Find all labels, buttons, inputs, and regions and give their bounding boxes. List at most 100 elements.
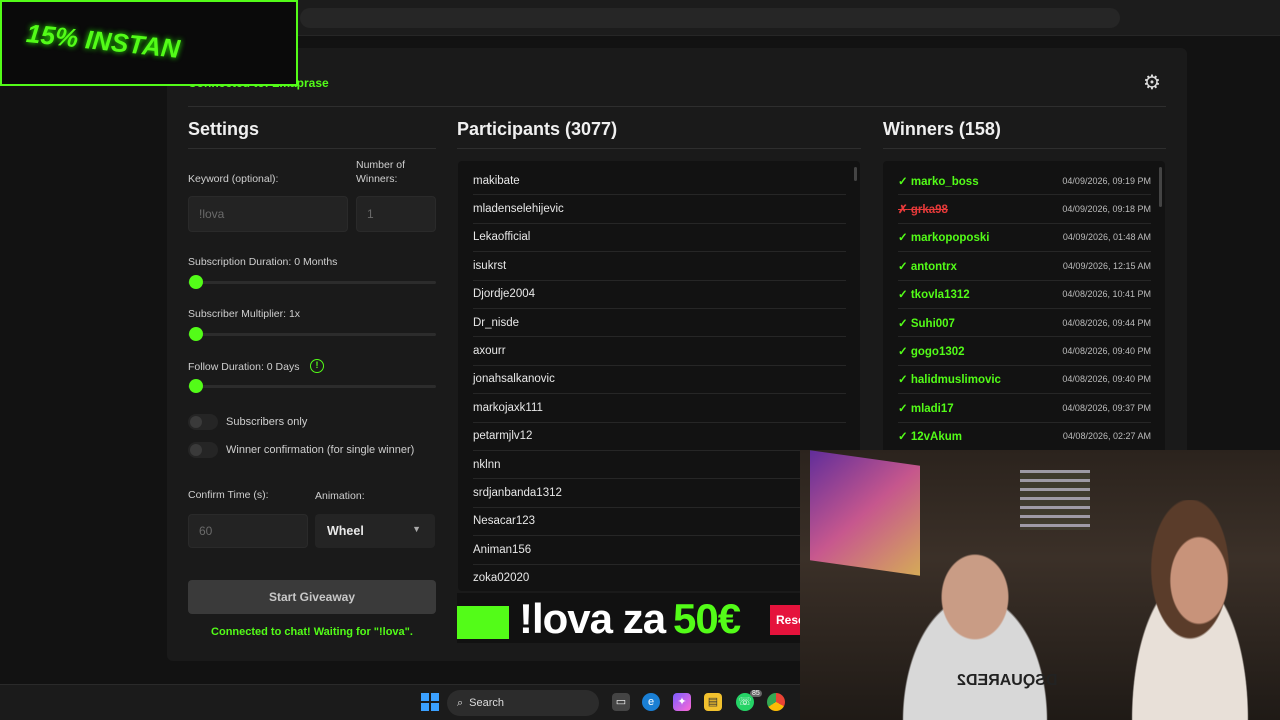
win-timestamp: 04/08/2026, 09:40 PM bbox=[1062, 346, 1151, 357]
copilot-icon[interactable]: ✦ bbox=[673, 693, 691, 711]
scrollbar[interactable] bbox=[854, 167, 857, 181]
participant-name: mladenselehijevic bbox=[473, 203, 564, 216]
list-item[interactable]: Dr_nisde bbox=[473, 309, 846, 338]
info-icon[interactable]: ! bbox=[310, 359, 324, 373]
winner-username: 12vAkum bbox=[910, 431, 962, 444]
follow-duration-slider[interactable] bbox=[188, 379, 436, 393]
check-icon: ✓ bbox=[898, 431, 908, 444]
slider-handle[interactable] bbox=[189, 275, 203, 289]
check-icon: ✓ bbox=[898, 317, 908, 330]
winner-name: ✓ halidmuslimovic bbox=[898, 372, 1062, 386]
guest-person bbox=[1100, 500, 1280, 720]
gear-icon[interactable]: ⚙ bbox=[1140, 71, 1164, 95]
start-giveaway-button[interactable]: Start Giveaway bbox=[188, 580, 436, 614]
winners-count-input[interactable]: 1 bbox=[356, 196, 436, 232]
toggle-knob bbox=[190, 416, 202, 428]
task-view-icon[interactable]: ▭ bbox=[612, 693, 630, 711]
winner-confirmation-label: Winner confirmation (for single winner) bbox=[226, 444, 415, 456]
taskbar: ⌕ Search ▭ e ✦ ▤ ☏ 85 bbox=[0, 684, 800, 720]
win-timestamp: 04/08/2026, 09:40 PM bbox=[1062, 374, 1151, 385]
winner-username: Suhi007 bbox=[910, 317, 955, 330]
scrollbar[interactable] bbox=[1159, 167, 1162, 207]
edge-icon[interactable]: e bbox=[642, 693, 660, 711]
list-item[interactable]: nklnn bbox=[473, 451, 846, 480]
divider bbox=[883, 148, 1166, 149]
windows-start-icon[interactable] bbox=[421, 693, 439, 711]
list-item[interactable]: zoka02020 bbox=[473, 565, 846, 591]
win-timestamp: 04/09/2026, 09:18 PM bbox=[1062, 204, 1151, 215]
check-icon: ✓ bbox=[898, 175, 908, 188]
winner-name: ✓ marko_boss bbox=[898, 174, 1062, 188]
check-icon: ✓ bbox=[898, 260, 908, 273]
participant-name: markojaxk111 bbox=[473, 401, 543, 414]
list-item[interactable]: markojaxk111 bbox=[473, 394, 846, 423]
table-row[interactable]: ✓ marko_boss 04/09/2026, 09:19 PM bbox=[898, 167, 1151, 196]
participant-name: zoka02020 bbox=[473, 572, 530, 585]
window-blinds bbox=[1020, 470, 1090, 530]
taskbar-search[interactable]: ⌕ Search bbox=[447, 690, 599, 716]
address-bar[interactable] bbox=[300, 8, 1120, 28]
reset-button[interactable]: Rese bbox=[770, 605, 800, 635]
winner-username: mladi17 bbox=[910, 402, 954, 415]
check-icon: ✓ bbox=[898, 346, 908, 359]
subscriber-multiplier-slider[interactable] bbox=[188, 327, 436, 341]
participant-name: Dr_nisde bbox=[473, 316, 520, 329]
file-explorer-icon[interactable]: ▤ bbox=[704, 693, 722, 711]
table-row[interactable]: ✓ Suhi007 04/08/2026, 09:44 PM bbox=[898, 309, 1151, 338]
winners-count-label: Number of Winners: bbox=[356, 159, 406, 185]
winner-name: ✓ markopoposki bbox=[898, 230, 1063, 244]
animation-select[interactable]: Wheel ▼ bbox=[315, 514, 435, 548]
list-item[interactable]: isukrst bbox=[473, 252, 846, 281]
table-row[interactable]: ✓ 12vAkum 04/08/2026, 02:27 AM bbox=[898, 423, 1151, 451]
taskbar-search-label: Search bbox=[469, 697, 505, 709]
banner-prize-text: 50€ bbox=[673, 595, 741, 642]
participant-name: jonahsalkanovic bbox=[473, 373, 555, 386]
follow-duration-label: Follow Duration: 0 Days bbox=[188, 361, 300, 373]
list-item[interactable]: makibate bbox=[473, 167, 846, 196]
slider-handle[interactable] bbox=[189, 327, 203, 341]
win-timestamp: 04/08/2026, 10:41 PM bbox=[1062, 289, 1151, 300]
divider bbox=[457, 148, 861, 149]
table-row[interactable]: ✗ grka98 04/09/2026, 09:18 PM bbox=[898, 195, 1151, 224]
subscription-duration-slider[interactable] bbox=[188, 275, 436, 289]
search-icon: ⌕ bbox=[457, 696, 464, 709]
list-item[interactable]: Animan156 bbox=[473, 536, 846, 565]
table-row[interactable]: ✓ tkovla1312 04/08/2026, 10:41 PM bbox=[898, 281, 1151, 309]
table-row[interactable]: ✓ halidmuslimovic 04/08/2026, 09:40 PM bbox=[898, 366, 1151, 395]
winner-username: tkovla1312 bbox=[910, 289, 970, 302]
keyword-input[interactable]: !lova bbox=[188, 196, 348, 232]
check-icon: ✓ bbox=[898, 289, 908, 302]
list-item[interactable]: jonahsalkanovic bbox=[473, 366, 846, 395]
participant-name: Djordje2004 bbox=[473, 288, 536, 301]
participant-name: petarmjlv12 bbox=[473, 430, 533, 443]
winners-list[interactable]: ✓ marko_boss 04/09/2026, 09:19 PM ✗ grka98… bbox=[883, 161, 1165, 453]
settings-title: Settings bbox=[188, 119, 260, 139]
table-row[interactable]: ✓ mladi17 04/08/2026, 09:37 PM bbox=[898, 394, 1151, 423]
winner-confirmation-toggle[interactable] bbox=[188, 442, 218, 458]
streamer-person bbox=[870, 540, 1080, 720]
check-icon: ✓ bbox=[898, 232, 908, 245]
winner-name: ✓ tkovla1312 bbox=[898, 287, 1062, 301]
winner-username: markopoposki bbox=[910, 232, 990, 245]
chrome-icon[interactable] bbox=[767, 693, 785, 711]
list-item[interactable]: Lekaofficial bbox=[473, 224, 846, 253]
list-item[interactable]: srdjanbanda1312 bbox=[473, 479, 846, 508]
list-item[interactable]: Nesacar123 bbox=[473, 508, 846, 537]
promo-overlay: 15% INSTAN bbox=[0, 0, 298, 86]
table-row[interactable]: ✓ markopoposki 04/09/2026, 01:48 AM bbox=[898, 224, 1151, 253]
table-row[interactable]: ✓ antontrx 04/09/2026, 12:15 AM bbox=[898, 252, 1151, 281]
list-item[interactable]: Djordje2004 bbox=[473, 281, 846, 309]
list-item[interactable]: mladenselehijevic bbox=[473, 195, 846, 224]
chat-status-message: Connected to chat! Waiting for "!lova". bbox=[211, 626, 413, 638]
confirm-time-input[interactable]: 60 bbox=[188, 514, 308, 548]
toggle-knob bbox=[190, 444, 202, 456]
table-row[interactable]: ✓ gogo1302 04/08/2026, 09:40 PM bbox=[898, 337, 1151, 366]
promo-text: 15% INSTAN bbox=[24, 18, 182, 64]
check-icon: ✓ bbox=[898, 402, 908, 415]
list-item[interactable]: petarmjlv12 bbox=[473, 423, 846, 451]
webcam-feed: DSQUARED2 bbox=[800, 450, 1280, 720]
list-item[interactable]: axourr bbox=[473, 337, 846, 366]
subscribers-only-toggle[interactable] bbox=[188, 414, 218, 430]
slider-handle[interactable] bbox=[189, 379, 203, 393]
win-timestamp: 04/09/2026, 12:15 AM bbox=[1062, 260, 1151, 271]
